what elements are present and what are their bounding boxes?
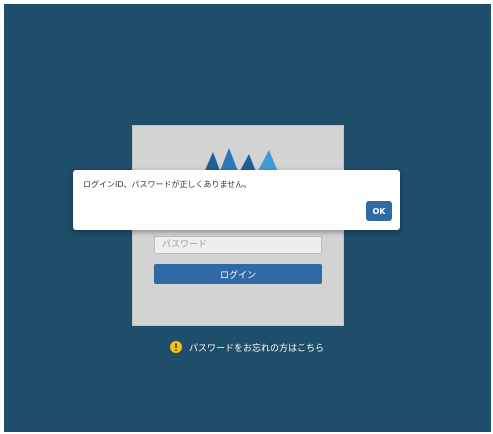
password-input[interactable] (154, 236, 322, 254)
warning-icon (170, 341, 182, 353)
login-button[interactable]: ログイン (154, 264, 322, 284)
forgot-password-label: パスワードをお忘れの方はこちら (189, 343, 325, 354)
error-alert-dialog: ログインID、パスワードが正しくありません。 OK (73, 170, 400, 230)
forgot-password-link[interactable]: パスワードをお忘れの方はこちら (170, 340, 324, 354)
alert-message: ログインID、パスワードが正しくありません。 (83, 180, 252, 189)
ok-button[interactable]: OK (366, 201, 392, 221)
login-screen-background: ログイン パスワードをお忘れの方はこちら ログインID、パスワードが正しくありま… (4, 4, 491, 432)
